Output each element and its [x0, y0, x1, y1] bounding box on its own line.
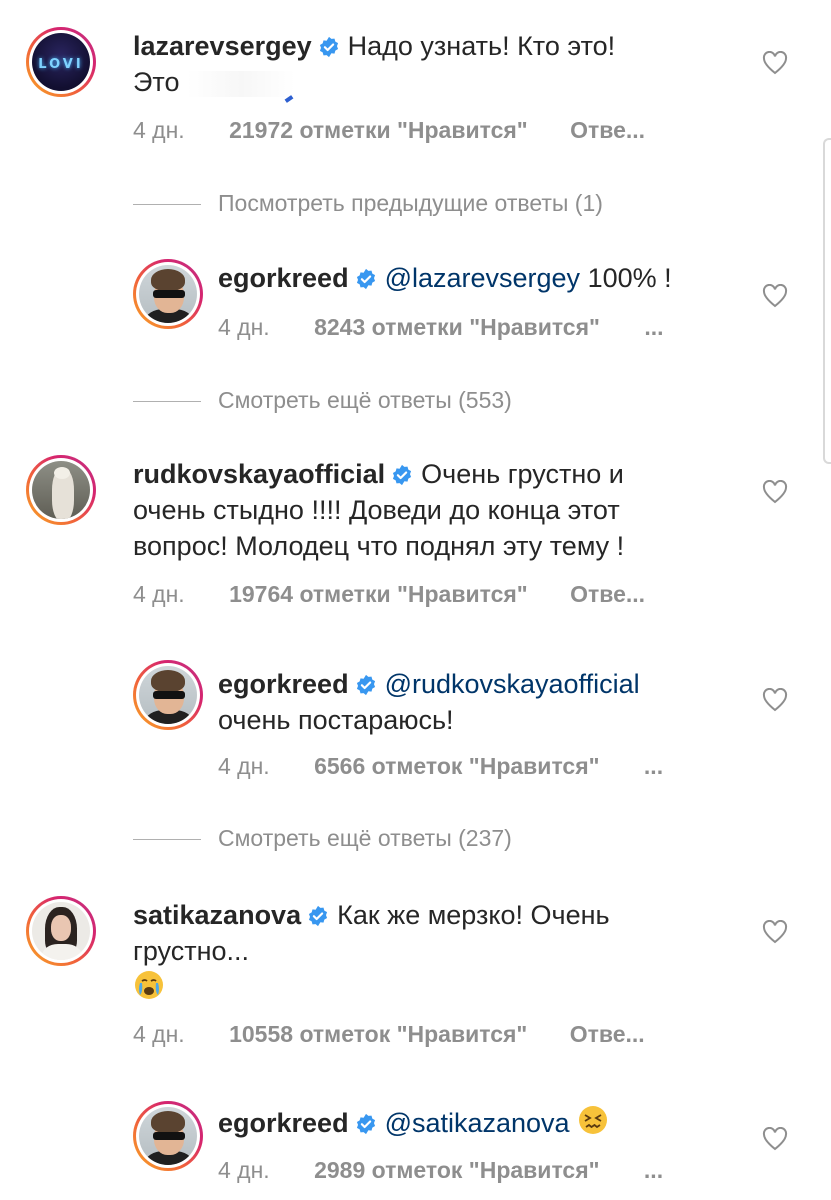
view-more-label[interactable]: Посмотреть предыдущие ответы (1): [218, 190, 603, 216]
likes-count[interactable]: 2989 отметок "Нравится": [314, 1157, 599, 1183]
more-options[interactable]: ...: [644, 314, 663, 340]
reply-button[interactable]: Отве...: [570, 117, 645, 143]
mention-link[interactable]: @lazarevsergey: [385, 263, 581, 293]
timestamp: 4 дн.: [218, 1157, 270, 1183]
comment-text: egorkreed @rudkovskayaofficial очень пост…: [218, 666, 758, 738]
avatar[interactable]: [133, 259, 203, 329]
verified-badge-icon: [356, 674, 375, 696]
username[interactable]: satikazanova: [133, 900, 301, 930]
reply-button[interactable]: Отве...: [570, 1021, 645, 1047]
view-previous-replies[interactable]: Посмотреть предыдущие ответы (1): [133, 190, 603, 217]
heart-icon[interactable]: [762, 1127, 788, 1151]
more-options[interactable]: ...: [644, 753, 663, 779]
comment-body: Надо узнать! Кто это!: [347, 31, 616, 61]
verified-badge-icon: [309, 905, 328, 927]
likes-count[interactable]: 19764 отметки "Нравится": [229, 581, 528, 607]
verified-badge-icon: [356, 268, 375, 290]
likes-count[interactable]: 21972 отметки "Нравится": [229, 117, 528, 143]
timestamp: 4 дн.: [218, 314, 270, 340]
timestamp: 4 дн.: [133, 1021, 185, 1047]
comment-meta: 4 дн. 6566 отметок "Нравится" ...: [218, 753, 663, 780]
divider-line: [133, 204, 201, 206]
comment-body-line2: грустно...: [133, 936, 250, 966]
divider-line: [133, 839, 201, 841]
comment-meta: 4 дн. 19764 отметки "Нравится" Отве...: [133, 581, 645, 608]
comment-meta: 4 дн. 2989 отметок "Нравится" ...: [218, 1157, 663, 1184]
likes-count[interactable]: 10558 отметок "Нравится": [229, 1021, 527, 1047]
comment-body: Очень грустно и: [421, 459, 624, 489]
crying-face-emoji-icon: [135, 971, 163, 999]
heart-icon[interactable]: [762, 688, 788, 712]
comment-text: egorkreed @lazarevsergey 100% !: [218, 260, 758, 296]
confounded-face-emoji-icon: [579, 1106, 608, 1134]
avatar[interactable]: [133, 1101, 203, 1171]
avatar[interactable]: [26, 896, 96, 966]
verified-badge-icon: [356, 1113, 375, 1135]
comment-body-line2: Это: [133, 67, 180, 97]
scrollbar[interactable]: [823, 138, 831, 464]
avatar[interactable]: [26, 455, 96, 525]
divider-line: [133, 401, 201, 403]
comment-body: очень постараюсь!: [218, 705, 454, 735]
view-more-replies[interactable]: Смотреть ещё ответы (553): [133, 387, 512, 414]
heart-icon[interactable]: [762, 480, 788, 504]
view-more-replies[interactable]: Смотреть ещё ответы (237): [133, 825, 512, 852]
avatar[interactable]: [133, 660, 203, 730]
view-more-label[interactable]: Смотреть ещё ответы (237): [218, 825, 512, 851]
timestamp: 4 дн.: [218, 753, 270, 779]
redacted-area: [187, 70, 296, 97]
comment-text: rudkovskayaofficial Очень грустно и очень…: [133, 456, 733, 564]
comment-text: lazarevsergey Надо узнать! Кто это! Это: [133, 28, 773, 100]
comment-body: Как же мерзко! Очень: [337, 900, 610, 930]
username[interactable]: egorkreed: [218, 669, 349, 699]
reply-button[interactable]: Отве...: [570, 581, 645, 607]
comment-text: egorkreed @satikazanova: [218, 1104, 758, 1141]
verified-badge-icon: [393, 464, 412, 486]
comment-meta: 4 дн. 8243 отметки "Нравится" ...: [218, 314, 663, 341]
heart-icon[interactable]: [762, 920, 788, 944]
username[interactable]: egorkreed: [218, 263, 349, 293]
comment-body: 100% !: [587, 263, 672, 293]
heart-icon[interactable]: [762, 51, 788, 75]
username[interactable]: egorkreed: [218, 1108, 349, 1138]
view-more-label[interactable]: Смотреть ещё ответы (553): [218, 387, 512, 413]
verified-badge-icon: [319, 36, 338, 58]
username[interactable]: rudkovskayaofficial: [133, 459, 385, 489]
comment-meta: 4 дн. 10558 отметок "Нравится" Отве...: [133, 1021, 645, 1048]
timestamp: 4 дн.: [133, 581, 185, 607]
mention-link[interactable]: @rudkovskayaofficial: [385, 669, 640, 699]
more-options[interactable]: ...: [644, 1157, 663, 1183]
comment-text: satikazanova Как же мерзко! Очень грустно…: [133, 897, 733, 1006]
comment-meta: 4 дн. 21972 отметки "Нравится" Отве...: [133, 117, 645, 144]
comment-body-line2: очень стыдно !!!! Доведи до конца этот: [133, 495, 620, 525]
likes-count[interactable]: 6566 отметок "Нравится": [314, 753, 599, 779]
likes-count[interactable]: 8243 отметки "Нравится": [314, 314, 600, 340]
heart-icon[interactable]: [762, 284, 788, 308]
timestamp: 4 дн.: [133, 117, 185, 143]
avatar[interactable]: LOVI: [26, 27, 96, 97]
comment-body-line3: вопрос! Молодец что поднял эту тему !: [133, 531, 625, 561]
mention-link[interactable]: @satikazanova: [385, 1108, 570, 1138]
username[interactable]: lazarevsergey: [133, 31, 312, 61]
